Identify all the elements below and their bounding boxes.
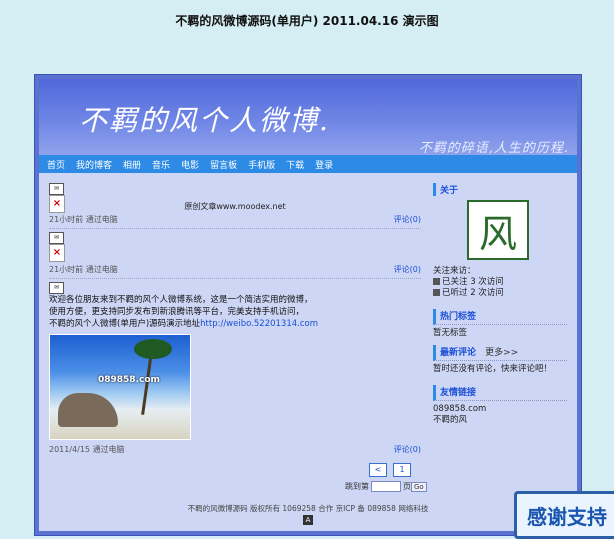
divider [49,278,421,279]
pager: < 1 [369,463,411,477]
post-text: 欢迎各位朋友来到不羁的风个人微博系统，这是一个简洁实用的微博， 使用方便，更支持… [49,294,421,330]
banner-slogan: 不羁的碎语,人生的历程. [418,141,569,155]
sidebar: 关于 风 关注来访： 已关注 3 次访问 已听过 2 次访问 热门标签 暂无标签… [433,179,567,426]
hot-tags-text: 暂无标签 [433,328,468,338]
phone-icon [433,289,440,296]
nav-download[interactable]: 下载 [286,158,304,171]
friend-links-heading: 友情链接 [433,385,567,401]
about-heading: 关于 [433,183,567,196]
message-icon: ✉ [49,183,64,195]
logo-icon[interactable]: A [303,515,313,525]
latest-comments-label: 最新评论 [440,348,477,358]
sidebar-line: 关注来访： [433,266,476,276]
message-icon: ✉ [49,282,64,294]
comment-link[interactable]: 评论(0) [394,264,421,275]
post-meta: 21小时前 通过电脑 评论(0) [49,264,421,275]
avatar-char: 风 [478,211,517,256]
post-text: 原创文章www.moodex.net [184,202,286,211]
comment-link[interactable]: 评论(0) [394,444,421,455]
more-link[interactable]: 更多>> [485,348,518,358]
divider [49,228,421,229]
goto-suffix: 页 [403,482,411,491]
nav-music[interactable]: 音乐 [152,158,170,171]
hot-tags-heading: 热门标签 [433,309,567,325]
post-line: 不羁的风个人微博(单用户)源码演示地址http://weibo.52201314… [49,318,421,330]
photo-rock [58,393,118,427]
goto-button[interactable]: Go [411,481,427,492]
thanks-support-button[interactable]: 感谢支持 [514,491,614,539]
post-item: ✉ × 21小时前 通过电脑 评论(0) [49,232,421,275]
friend-link[interactable]: 不羁的风 [433,415,567,426]
page-1-button[interactable]: 1 [393,463,411,477]
post-photo[interactable]: 089858.com [49,334,191,440]
comment-link[interactable]: 评论(0) [394,214,421,225]
nav-guestbook[interactable]: 留言板 [210,158,237,171]
blog-inner: 不羁的风个人微博. 不羁的碎语,人生的历程. 首页 我的博客 相册 音乐 电影 … [39,79,577,531]
nav-bar: 首页 我的博客 相册 音乐 电影 留言板 手机版 下载 登录 [39,155,577,173]
footer: 不羁的风微博源码 版权所有 1069258 合作 京ICP 备 089858 网… [187,504,429,513]
sidebar-line: 已听过 2 次访问 [433,288,567,299]
goto-label: 跳到第 [345,482,369,491]
nav-login[interactable]: 登录 [315,158,333,171]
friend-link[interactable]: 089858.com [433,404,567,415]
prev-page-button[interactable]: < [369,463,387,477]
nav-mobile[interactable]: 手机版 [248,158,275,171]
sidebar-line-text: 已听过 2 次访问 [442,288,504,298]
photo-leaves [134,339,172,359]
post-link[interactable]: http://weibo.52201314.com [200,319,318,329]
photo-caption: 089858.com [98,375,160,385]
nav-blog[interactable]: 我的博客 [76,158,112,171]
nav-movie[interactable]: 电影 [181,158,199,171]
latest-comments-heading: 最新评论 更多>> [433,345,567,361]
post-item: ✉ 欢迎各位朋友来到不羁的风个人微博系统，这是一个简洁实用的微博， 使用方便，更… [49,282,421,455]
post-line: 使用方便，更支持同步发布到新浪腾讯等平台，完美支持手机访问， [49,307,305,317]
page-title: 不羁的风微博源码(单用户) 2011.04.16 演示图 [175,14,439,28]
avatar: 风 [467,200,529,260]
nav-home[interactable]: 首页 [47,158,65,171]
post-time: 2011/4/15 通过电脑 [49,445,125,454]
goto-page-input[interactable] [371,481,401,492]
broken-image-icon: × [49,195,65,213]
post-item: ✉ × 原创文章www.moodex.net 21小时前 通过电脑 评论(0) [49,183,421,225]
post-list: ✉ × 原创文章www.moodex.net 21小时前 通过电脑 评论(0) … [49,183,421,455]
latest-comments-text: 暂时还没有评论，快来评论吧！ [433,364,553,374]
goto-page: 跳到第 页 Go [345,481,427,492]
banner-title: 不羁的风个人微博. [79,104,330,137]
post-meta: 21小时前 通过电脑 评论(0) [49,214,421,225]
user-icon [433,278,440,285]
broken-image-icon: × [49,244,65,262]
nav-album[interactable]: 相册 [123,158,141,171]
post-meta: 2011/4/15 通过电脑 评论(0) [49,444,421,455]
blog-frame: 不羁的风个人微博. 不羁的碎语,人生的历程. 首页 我的博客 相册 音乐 电影 … [34,74,582,536]
post-time: 21小时前 通过电脑 [49,265,118,274]
post-line: 欢迎各位朋友来到不羁的风个人微博系统，这是一个简洁实用的微博， [49,295,313,305]
post-time: 21小时前 通过电脑 [49,215,118,224]
sidebar-line: 已关注 3 次访问 [433,277,567,288]
post-line-text: 不羁的风个人微博(单用户)源码演示地址 [49,319,201,329]
sidebar-line-text: 已关注 3 次访问 [442,277,504,287]
message-icon: ✉ [49,232,64,244]
banner: 不羁的风个人微博. 不羁的碎语,人生的历程. [39,79,577,155]
